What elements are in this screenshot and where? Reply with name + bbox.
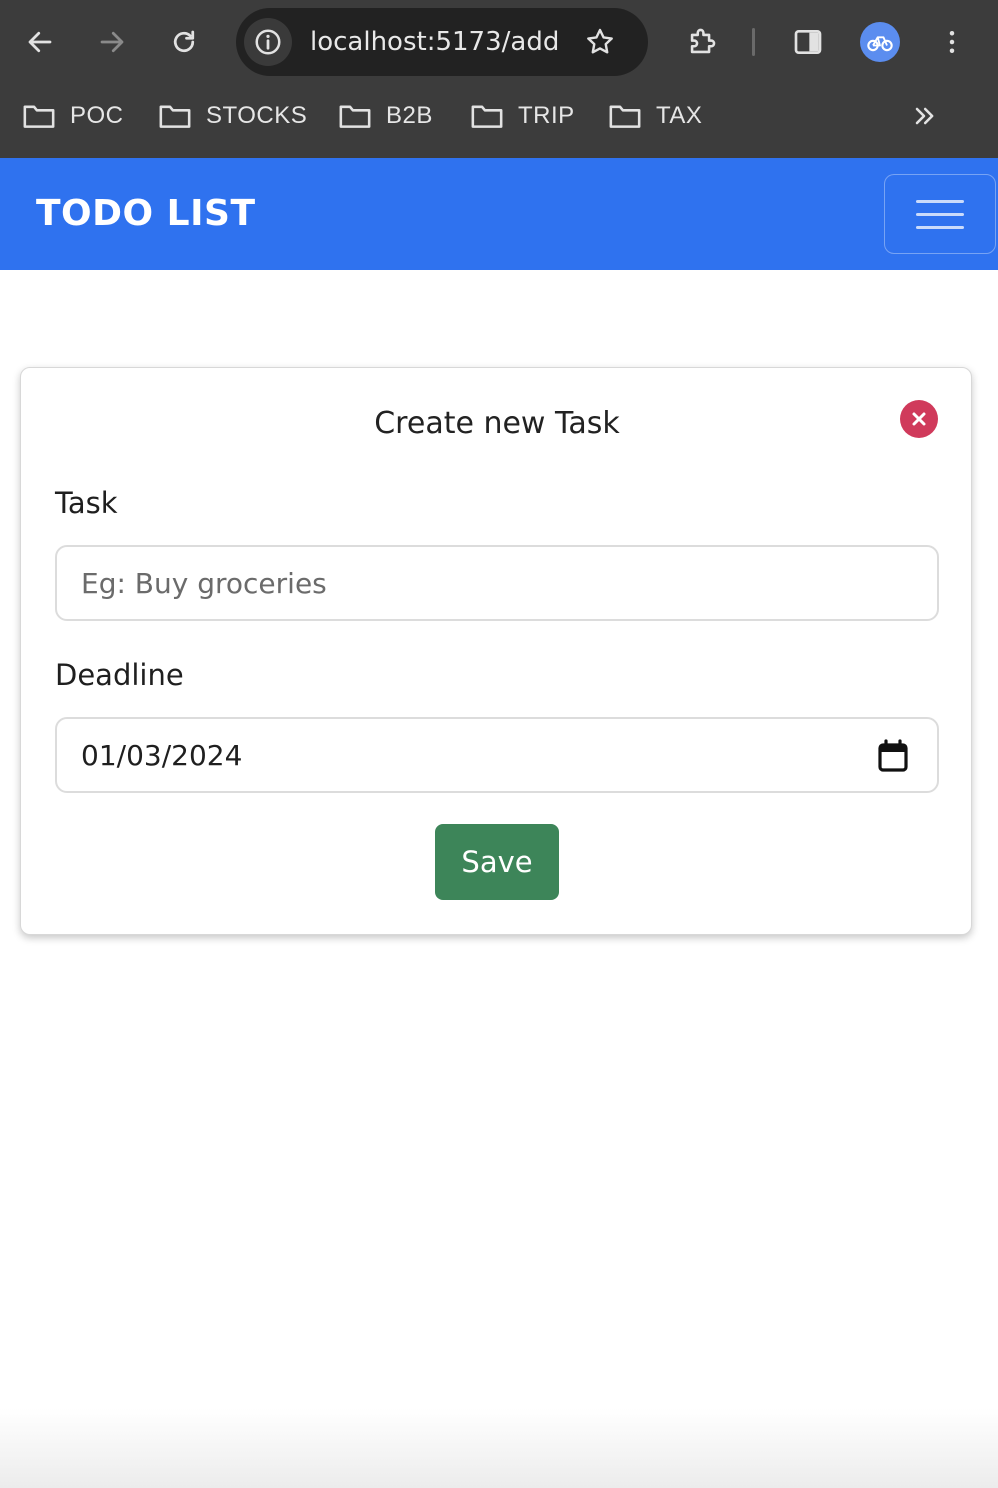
reload-button[interactable] xyxy=(162,20,206,64)
bookmark-star-button[interactable] xyxy=(580,22,620,62)
site-info-button[interactable] xyxy=(244,18,292,66)
side-panel-icon xyxy=(794,30,822,54)
forward-button[interactable] xyxy=(90,20,134,64)
bookmarks-overflow-button[interactable] xyxy=(906,98,942,134)
folder-icon xyxy=(23,105,55,128)
calendar-icon[interactable] xyxy=(877,739,909,773)
bookmark-folder-b2b[interactable]: B2B xyxy=(338,92,433,140)
more-vert-icon xyxy=(949,31,955,53)
bookmark-folder-trip[interactable]: TRIP xyxy=(470,92,575,140)
card-title: Create new Task xyxy=(374,406,620,441)
more-menu-button[interactable] xyxy=(930,20,974,64)
bicycle-icon xyxy=(867,36,893,52)
back-arrow-icon xyxy=(28,31,52,53)
bookmark-folder-stocks[interactable]: STOCKS xyxy=(158,92,307,140)
bookmark-label: POC xyxy=(70,102,124,129)
folder-icon xyxy=(159,105,191,128)
toolbar-divider xyxy=(752,28,755,56)
app-navbar: TODO LIST xyxy=(0,158,998,270)
deadline-field xyxy=(55,717,939,793)
close-button[interactable] xyxy=(900,400,938,438)
side-panel-button[interactable] xyxy=(786,20,830,64)
bookmark-label: B2B xyxy=(386,102,433,129)
hamburger-icon-line xyxy=(916,212,964,216)
task-field xyxy=(55,545,939,621)
back-button[interactable] xyxy=(18,20,62,64)
create-task-card: Create new Task Task Deadline Save xyxy=(20,367,972,935)
bookmark-folder-poc[interactable]: POC xyxy=(22,92,124,140)
bookmarks-overflow-icon xyxy=(915,107,934,125)
folder-icon xyxy=(609,105,641,128)
deadline-date-input[interactable] xyxy=(57,719,937,791)
profile-avatar[interactable] xyxy=(860,22,900,62)
bookmark-star-icon xyxy=(587,28,613,54)
hamburger-icon-line xyxy=(916,199,964,203)
forward-arrow-icon xyxy=(100,31,124,53)
browser-chrome: localhost:5173/add POC STOCKS B2B TRIP T… xyxy=(0,0,998,158)
bookmark-label: STOCKS xyxy=(206,102,308,129)
folder-icon xyxy=(471,105,503,128)
extensions-button[interactable] xyxy=(680,20,724,64)
url-text[interactable]: localhost:5173/add xyxy=(310,26,559,58)
save-button[interactable]: Save xyxy=(435,824,559,900)
reload-icon xyxy=(173,30,195,53)
deadline-label: Deadline xyxy=(55,658,184,692)
close-icon xyxy=(912,412,926,426)
bookmark-folder-tax[interactable]: TAX xyxy=(608,92,702,140)
bookmarks-bar: POC STOCKS B2B TRIP TAX xyxy=(0,92,998,140)
folder-icon xyxy=(339,105,371,128)
address-bar[interactable]: localhost:5173/add xyxy=(236,8,648,76)
bookmark-label: TRIP xyxy=(518,102,575,129)
navbar-brand[interactable]: TODO LIST xyxy=(36,190,256,238)
extensions-icon xyxy=(690,28,716,54)
task-input[interactable] xyxy=(57,547,937,619)
hamburger-icon-line xyxy=(916,225,964,229)
site-info-icon xyxy=(255,29,281,55)
navbar-toggler-button[interactable] xyxy=(884,174,996,254)
task-label: Task xyxy=(55,486,118,520)
window-bottom-edge xyxy=(0,1408,998,1488)
bookmark-label: TAX xyxy=(656,102,703,129)
